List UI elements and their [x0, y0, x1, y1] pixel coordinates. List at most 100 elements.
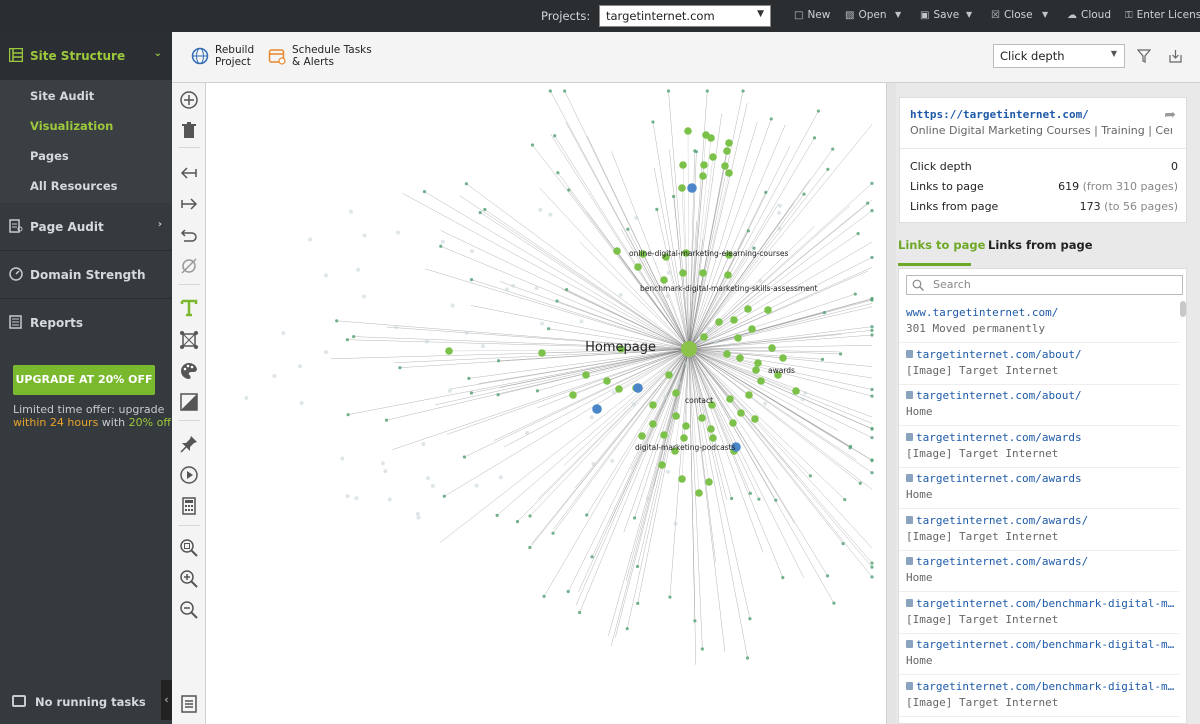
sidebar-item-all-resources[interactable]: All Resources	[30, 179, 118, 193]
sidebar-item-visualization[interactable]: Visualization	[30, 119, 113, 133]
list-item-url[interactable]: targetinternet.com/benchmark-digital-mar…	[906, 597, 1176, 610]
calculator-icon[interactable]	[179, 496, 199, 516]
list-item-text: [Image] Target Internet	[906, 363, 1059, 377]
upgrade-button[interactable]: UPGRADE AT 20% OFF	[13, 365, 155, 395]
list-item-url[interactable]: targetinternet.com/awards/	[906, 514, 1176, 527]
schedule-tasks-button[interactable]: Schedule Tasks & Alerts	[268, 44, 372, 68]
graph-node	[632, 516, 637, 520]
notes-icon[interactable]	[179, 694, 199, 714]
graph-node	[744, 305, 752, 313]
zoom-in-icon[interactable]	[179, 569, 199, 589]
graph-node	[705, 478, 713, 486]
sidebar-site-structure[interactable]: Site Structure ⌄	[0, 32, 172, 80]
close-dropdown-icon[interactable]: ▼	[1042, 10, 1048, 19]
tab-links-from[interactable]: Links from page	[988, 238, 1093, 252]
share-icon[interactable]: ➦	[1164, 107, 1176, 123]
graph-node	[613, 247, 621, 255]
collapse-sidebar-button[interactable]: ‹	[161, 680, 172, 720]
save-button[interactable]: ▣ Save	[920, 9, 959, 21]
rebuild-line2: Project	[215, 56, 251, 68]
graph-node	[670, 344, 675, 349]
list-item[interactable]: targetinternet.com/awards/ [Image] Target…	[899, 509, 1179, 551]
graph-node	[556, 171, 560, 175]
list-item[interactable]: targetinternet.com/awards Home	[899, 467, 1179, 509]
list-scrollbar[interactable]	[1180, 301, 1186, 317]
view-mode-select[interactable]: Click depth ▼	[993, 44, 1125, 68]
graph-node	[856, 232, 860, 236]
contrast-icon[interactable]	[179, 392, 199, 412]
export-icon[interactable]	[1168, 49, 1183, 64]
search-input[interactable]: Search	[906, 275, 1183, 295]
node-size-icon[interactable]	[179, 330, 199, 350]
tool-divider	[178, 147, 200, 148]
panel-splitter[interactable]	[886, 83, 896, 724]
graph-edge	[484, 209, 690, 350]
list-item-url[interactable]: targetinternet.com/awards	[906, 472, 1176, 485]
open-label: Open	[858, 9, 887, 21]
filter-icon[interactable]	[1137, 49, 1151, 63]
graph-node	[563, 89, 567, 93]
list-item[interactable]: targetinternet.com/about/ [Image] Target …	[899, 343, 1179, 385]
list-item-url[interactable]: www.targetinternet.com/	[906, 306, 1176, 319]
enter-license-button[interactable]: ⚿Enter License	[1125, 9, 1200, 21]
new-button[interactable]: □ New	[794, 9, 830, 21]
sidebar-domain-strength[interactable]: Domain Strength	[0, 251, 172, 299]
expand-links-icon[interactable]	[179, 194, 199, 214]
lock-icon	[906, 681, 913, 690]
links-from-label: Links from page	[910, 200, 999, 213]
graph-node	[709, 434, 717, 442]
list-item[interactable]: targetinternet.com/awards [Image] Target …	[899, 426, 1179, 468]
list-item[interactable]: targetinternet.com/awards/Home	[899, 550, 1179, 592]
palette-icon[interactable]	[179, 361, 199, 381]
list-item[interactable]: targetinternet.com/benchmark-digital-mar…	[899, 592, 1179, 634]
list-item[interactable]: targetinternet.com/about/Home	[899, 384, 1179, 426]
project-select[interactable]: targetinternet.com ▼	[599, 5, 771, 27]
rebuild-line1: Rebuild	[215, 44, 255, 56]
list-item[interactable]: www.targetinternet.com/301 Moved permane…	[899, 301, 1179, 343]
sidebar-item-pages[interactable]: Pages	[30, 149, 69, 163]
undo-icon[interactable]	[179, 225, 199, 245]
list-item-url[interactable]: targetinternet.com/benchmark-digital-mar…	[906, 680, 1176, 693]
task-status-label: No running tasks	[35, 695, 146, 709]
task-status[interactable]: No running tasks	[0, 682, 172, 724]
zoom-fit-icon[interactable]	[179, 538, 199, 558]
sidebar-page-audit[interactable]: Page Audit ›	[0, 203, 172, 251]
list-item-url[interactable]: targetinternet.com/benchmark-digital-mar…	[906, 638, 1176, 651]
graph-node	[699, 269, 707, 277]
play-icon[interactable]	[179, 465, 199, 485]
graph-node	[723, 350, 731, 358]
zoom-out-icon[interactable]	[179, 600, 199, 620]
list-item-url[interactable]: targetinternet.com/awards/	[906, 555, 1176, 568]
tab-links-to[interactable]: Links to page	[898, 238, 985, 252]
sidebar-reports[interactable]: Reports	[0, 299, 172, 347]
rebuild-project-button[interactable]: Rebuild Project	[191, 44, 254, 68]
site-graph-canvas[interactable]: Homepage online-digital-marketing-elearn…	[206, 83, 886, 724]
open-button[interactable]: ▧ Open	[845, 9, 887, 21]
list-item-url[interactable]: targetinternet.com/about/	[906, 389, 1176, 402]
graph-node	[440, 239, 445, 244]
save-dropdown-icon[interactable]: ▼	[966, 10, 972, 19]
open-dropdown-icon[interactable]: ▼	[895, 10, 901, 19]
graph-node	[345, 494, 350, 499]
hide-node-icon[interactable]	[179, 256, 199, 276]
list-item[interactable]: targetinternet.com/benchmark-digital-mar…	[899, 675, 1179, 717]
cloud-button[interactable]: ☁ Cloud	[1067, 9, 1111, 21]
graph-node	[655, 207, 659, 211]
collapse-links-icon[interactable]	[179, 163, 199, 183]
page-url[interactable]: https://targetinternet.com/	[910, 108, 1089, 121]
graph-node	[707, 134, 715, 142]
text-label-icon[interactable]	[179, 298, 199, 318]
close-button[interactable]: ☒ Close	[991, 9, 1033, 21]
graph-node	[660, 276, 668, 284]
graph-node	[362, 294, 367, 299]
pin-icon[interactable]	[179, 434, 199, 454]
list-item-url[interactable]: targetinternet.com/awards	[906, 431, 1176, 444]
list-item-url[interactable]: targetinternet.com/about/	[906, 348, 1176, 361]
trash-icon[interactable]	[179, 121, 199, 141]
sidebar-item-site-audit[interactable]: Site Audit	[30, 89, 94, 103]
site-graph[interactable]: Homepage online-digital-marketing-elearn…	[206, 83, 886, 724]
list-item[interactable]: targetinternet.com/benchmark-digital-mar…	[899, 633, 1179, 675]
add-node-icon[interactable]	[179, 90, 199, 110]
graph-node	[335, 319, 339, 323]
graph-edge	[688, 319, 735, 350]
